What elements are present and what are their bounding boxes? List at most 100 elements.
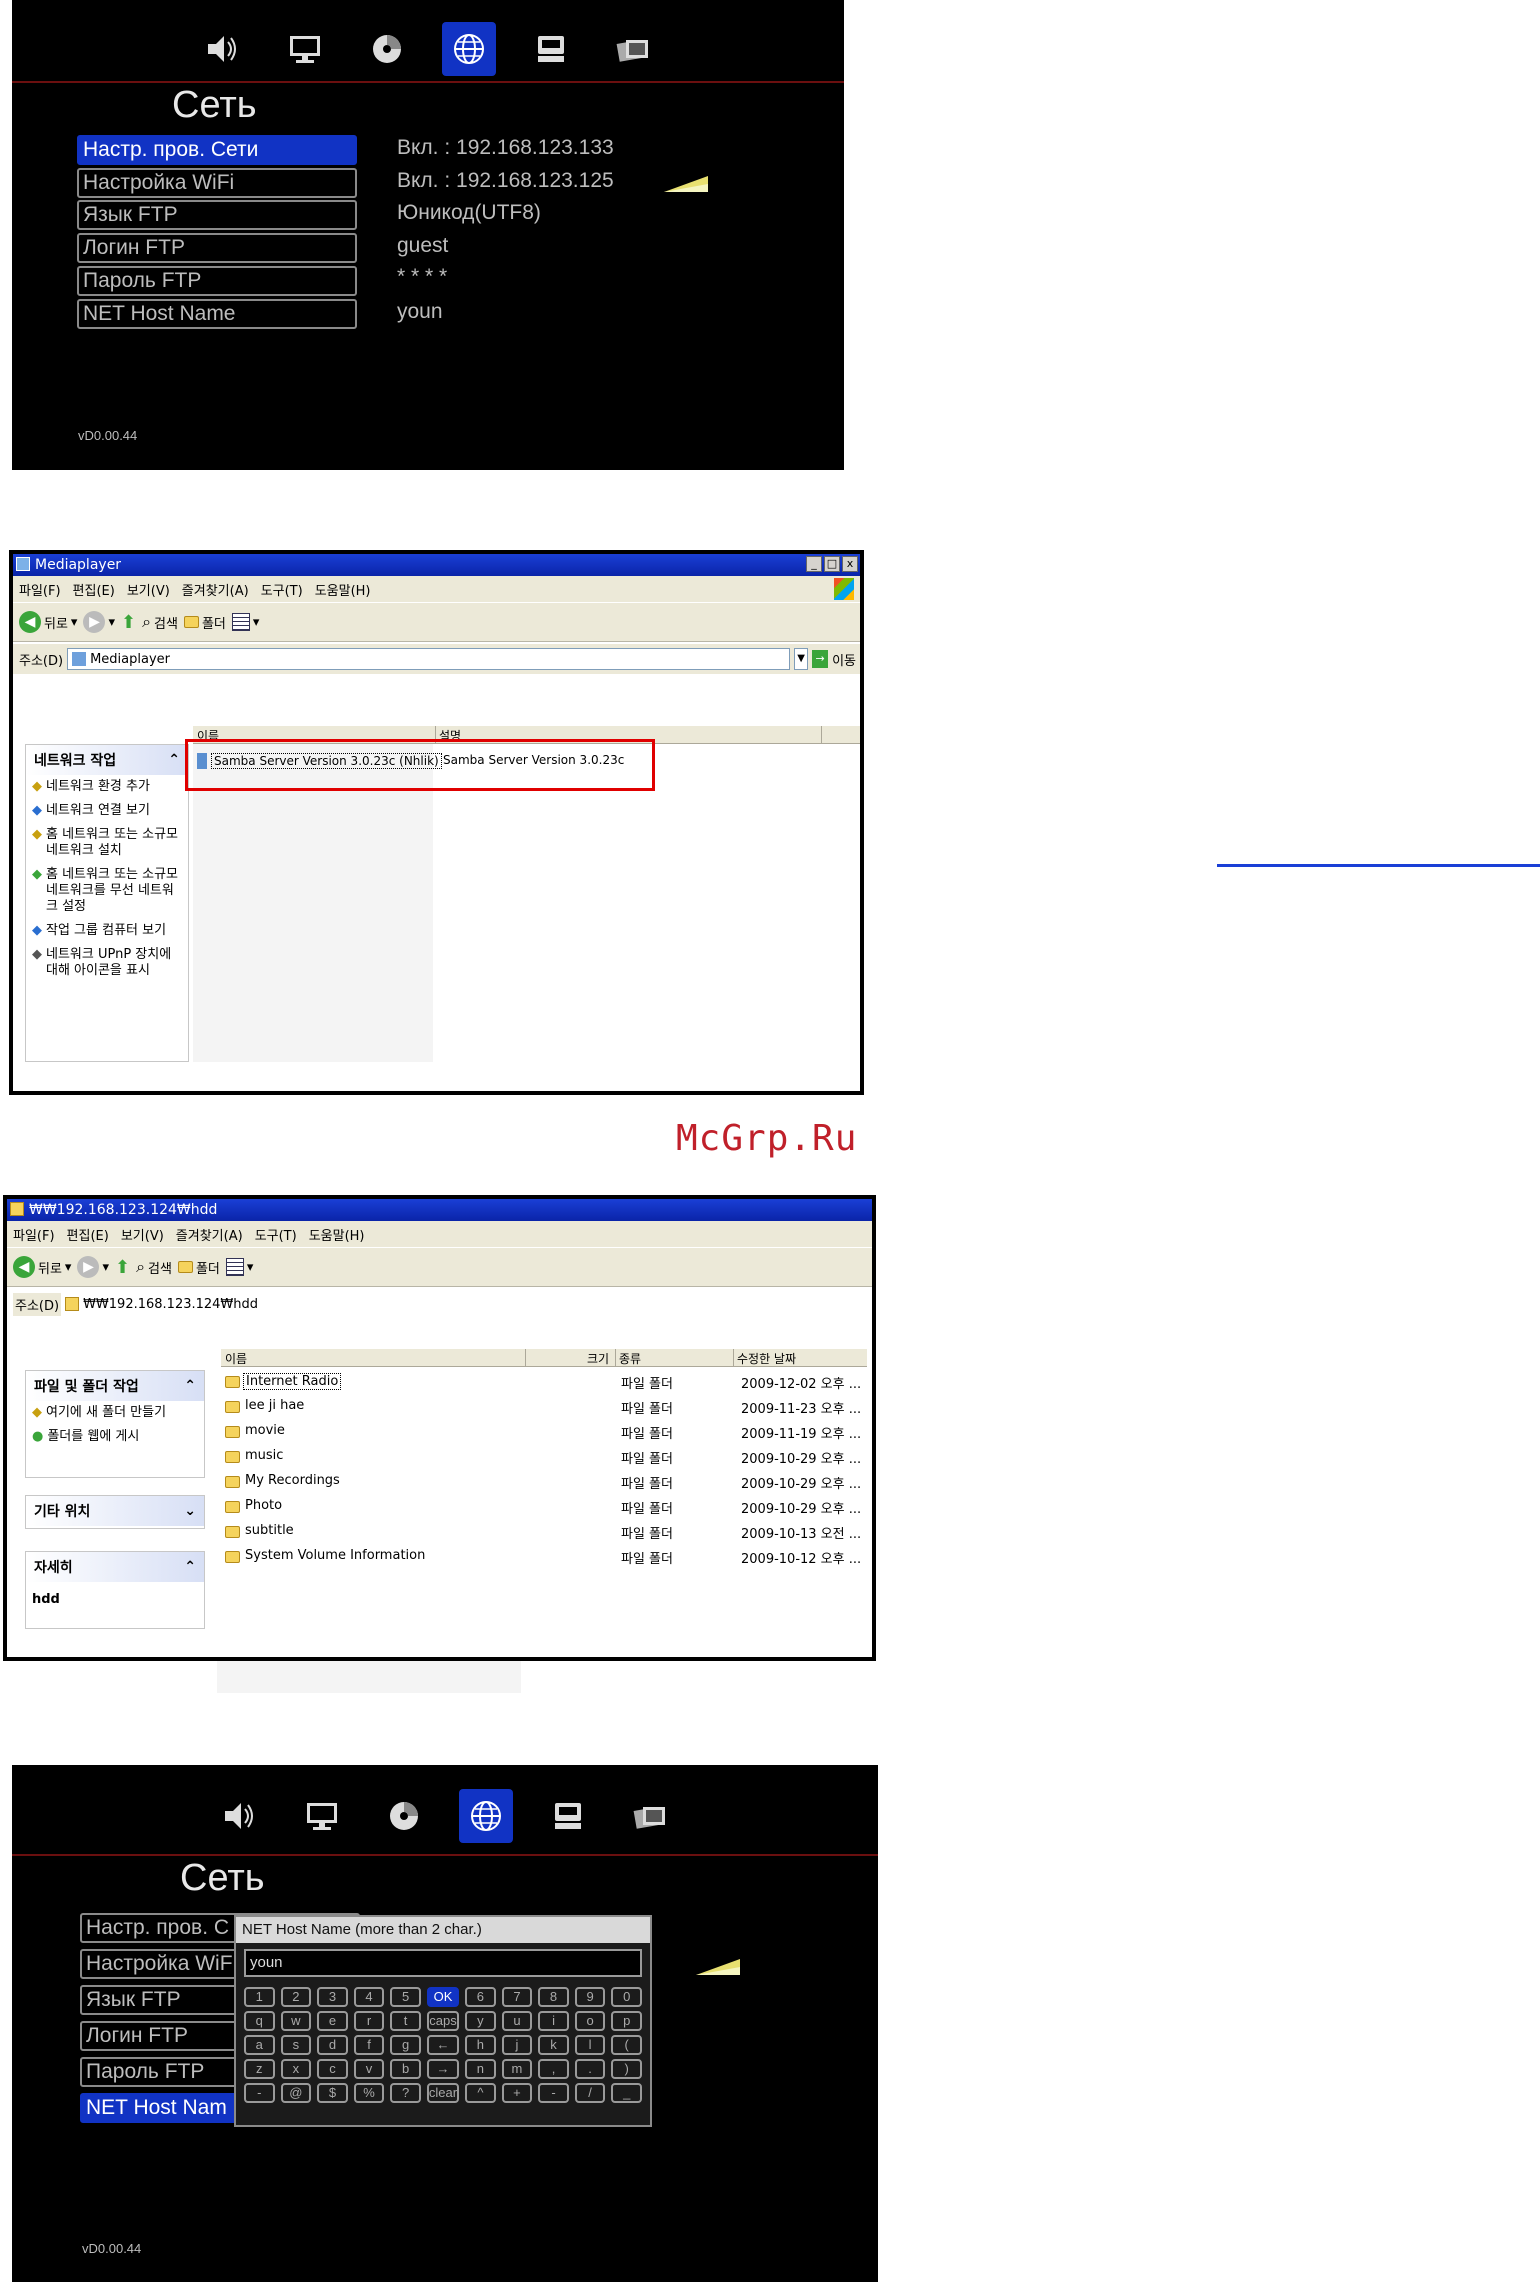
keyboard-key[interactable]: 0 bbox=[611, 1987, 642, 2007]
keyboard-key[interactable]: u bbox=[501, 2011, 533, 2031]
folders-button[interactable]: 폴더 bbox=[183, 613, 226, 632]
table-row[interactable]: Photo 파일 폴더 2009-10-29 오후 ... bbox=[221, 1495, 861, 1517]
menu-tools[interactable]: 도구(T) bbox=[261, 580, 303, 599]
details-header[interactable]: 자세히 ⌃ bbox=[26, 1552, 204, 1582]
keyboard-key[interactable]: % bbox=[353, 2083, 385, 2103]
menu-file[interactable]: 파일(F) bbox=[13, 1225, 55, 1244]
keyboard-key[interactable]: d bbox=[317, 2035, 348, 2055]
host-name-input[interactable]: youn bbox=[244, 1949, 642, 1977]
keyboard-key[interactable]: 1 bbox=[244, 1987, 275, 2007]
search-button[interactable]: ⌕ 검색 bbox=[136, 1257, 172, 1277]
keyboard-key[interactable]: 6 bbox=[465, 1987, 496, 2007]
keyboard-key[interactable]: @ bbox=[280, 2083, 312, 2103]
menu-edit[interactable]: 편집(E) bbox=[73, 580, 115, 599]
file-folder-tasks-header[interactable]: 파일 및 폴더 작업 ⌃ bbox=[26, 1371, 204, 1401]
address-value[interactable]: ₩₩192.168.123.124₩hdd bbox=[83, 1297, 258, 1312]
keyboard-key[interactable]: 5 bbox=[390, 1987, 421, 2007]
search-button[interactable]: ⌕ 검색 bbox=[142, 612, 178, 632]
menu-help[interactable]: 도움말(H) bbox=[315, 580, 371, 599]
keyboard-key[interactable]: f bbox=[353, 2035, 385, 2055]
monitor-icon[interactable] bbox=[295, 1789, 349, 1843]
monitor-icon[interactable] bbox=[278, 22, 332, 76]
menu-item-ftp-password[interactable]: Пароль FTP bbox=[77, 266, 357, 296]
table-row[interactable]: Internet Radio 파일 폴더 2009-12-02 오후 ... bbox=[221, 1370, 861, 1392]
keyboard-key[interactable]: j bbox=[501, 2035, 533, 2055]
network-drive-icon[interactable] bbox=[524, 22, 578, 76]
side-task-setup-home-network[interactable]: ◆ 홈 네트워크 또는 소규모 네트워크 설치 bbox=[26, 823, 188, 863]
up-folder-button[interactable]: ⬆ bbox=[115, 1257, 130, 1278]
table-row[interactable]: music 파일 폴더 2009-10-29 오후 ... bbox=[221, 1445, 861, 1467]
side-task-view-workgroup[interactable]: ◆ 작업 그룹 컴퓨터 보기 bbox=[26, 919, 188, 943]
back-button[interactable]: ◀ 뒤로 ▾ bbox=[13, 1256, 71, 1278]
col-modified[interactable]: 수정한 날짜 bbox=[737, 1350, 796, 1367]
keyboard-key[interactable]: → bbox=[426, 2059, 460, 2079]
keyboard-key[interactable]: h bbox=[465, 2035, 496, 2055]
keyboard-key[interactable]: 2 bbox=[280, 1987, 312, 2007]
folders-button[interactable]: 폴더 bbox=[177, 1258, 220, 1277]
go-arrow-icon[interactable]: → bbox=[812, 650, 829, 668]
photo-icon[interactable] bbox=[623, 1789, 677, 1843]
other-places-header[interactable]: 기타 위치 ⌄ bbox=[26, 1496, 204, 1526]
views-button[interactable]: ▾ bbox=[231, 613, 259, 631]
speaker-icon[interactable] bbox=[196, 22, 250, 76]
keyboard-key[interactable]: c bbox=[317, 2059, 348, 2079]
keyboard-key[interactable]: 8 bbox=[538, 1987, 569, 2007]
keyboard-key[interactable]: ( bbox=[611, 2035, 642, 2055]
keyboard-key[interactable]: n bbox=[465, 2059, 496, 2079]
forward-button[interactable]: ▶ ▾ bbox=[83, 611, 115, 633]
views-button[interactable]: ▾ bbox=[225, 1258, 253, 1276]
keyboard-key[interactable]: 7 bbox=[501, 1987, 533, 2007]
keyboard-key[interactable]: - bbox=[538, 2083, 569, 2103]
keyboard-key[interactable]: z bbox=[244, 2059, 275, 2079]
menu-item-wired-network[interactable]: Настр. пров. Сети bbox=[77, 135, 357, 165]
menu-item-ftp-login[interactable]: Логин FTP bbox=[77, 233, 357, 263]
keyboard-key[interactable]: , bbox=[538, 2059, 569, 2079]
table-row[interactable]: My Recordings 파일 폴더 2009-10-29 오후 ... bbox=[221, 1470, 861, 1492]
keyboard-key[interactable]: ^ bbox=[465, 2083, 496, 2103]
col-type[interactable]: 종류 bbox=[619, 1350, 641, 1367]
side-task-show-upnp-icons[interactable]: ◆ 네트워크 UPnP 장치에 대해 아이콘을 표시 bbox=[26, 943, 188, 983]
keyboard-key[interactable]: ) bbox=[611, 2059, 642, 2079]
keyboard-key[interactable]: $ bbox=[317, 2083, 348, 2103]
keyboard-key[interactable]: 3 bbox=[317, 1987, 348, 2007]
forward-button[interactable]: ▶ ▾ bbox=[77, 1256, 109, 1278]
photo-icon[interactable] bbox=[606, 22, 660, 76]
keyboard-key[interactable]: i bbox=[538, 2011, 569, 2031]
keyboard-key[interactable]: v bbox=[353, 2059, 385, 2079]
menu-item-ftp-language[interactable]: Язык FTP bbox=[77, 200, 357, 230]
side-task-add-network-place[interactable]: ◆ 네트워크 환경 추가 bbox=[26, 775, 188, 799]
network-tasks-header[interactable]: 네트워크 작업 ⌃ bbox=[26, 745, 188, 775]
keyboard-key[interactable]: x bbox=[280, 2059, 312, 2079]
menu-item-net-host-name[interactable]: NET Host Name bbox=[77, 299, 357, 329]
keyboard-key[interactable]: - bbox=[244, 2083, 275, 2103]
menu-edit[interactable]: 편집(E) bbox=[67, 1225, 109, 1244]
menu-favorites[interactable]: 즐겨찾기(A) bbox=[176, 1225, 243, 1244]
keyboard-key[interactable]: / bbox=[574, 2083, 606, 2103]
keyboard-key[interactable]: OK bbox=[426, 1987, 460, 2007]
address-field[interactable]: Mediaplayer bbox=[67, 648, 791, 670]
keyboard-key[interactable]: t bbox=[390, 2011, 421, 2031]
menu-tools[interactable]: 도구(T) bbox=[255, 1225, 297, 1244]
table-row[interactable]: System Volume Information 파일 폴더 2009-10-12… bbox=[221, 1545, 861, 1567]
keyboard-key[interactable]: a bbox=[244, 2035, 275, 2055]
menu-view[interactable]: 보기(V) bbox=[127, 580, 170, 599]
keyboard-key[interactable]: _ bbox=[611, 2083, 642, 2103]
link-underline[interactable] bbox=[1217, 864, 1540, 867]
address-dropdown-button[interactable]: ▼ bbox=[794, 648, 809, 670]
keyboard-key[interactable]: 9 bbox=[574, 1987, 606, 2007]
side-task-publish-web[interactable]: ● 폴더를 웹에 게시 bbox=[26, 1425, 204, 1449]
side-task-setup-wireless-network[interactable]: ◆ 홈 네트워크 또는 소규모 네트워크를 무선 네트워크 설정 bbox=[26, 863, 188, 919]
table-row[interactable]: movie 파일 폴더 2009-11-19 오후 ... bbox=[221, 1420, 861, 1442]
col-name[interactable]: 이름 bbox=[225, 1350, 247, 1367]
minimize-button[interactable]: _ bbox=[806, 556, 822, 572]
window-titlebar[interactable]: ₩₩192.168.123.124₩hdd bbox=[7, 1199, 872, 1221]
keyboard-key[interactable]: q bbox=[244, 2011, 275, 2031]
keyboard-key[interactable]: 4 bbox=[353, 1987, 385, 2007]
keyboard-key[interactable]: e bbox=[317, 2011, 348, 2031]
menu-help[interactable]: 도움말(H) bbox=[309, 1225, 365, 1244]
window-titlebar[interactable]: Mediaplayer _ □ x bbox=[13, 554, 860, 576]
maximize-button[interactable]: □ bbox=[824, 556, 840, 572]
keyboard-key[interactable]: ← bbox=[426, 2035, 460, 2055]
keyboard-key[interactable]: clear bbox=[426, 2083, 460, 2103]
up-folder-button[interactable]: ⬆ bbox=[121, 612, 136, 633]
